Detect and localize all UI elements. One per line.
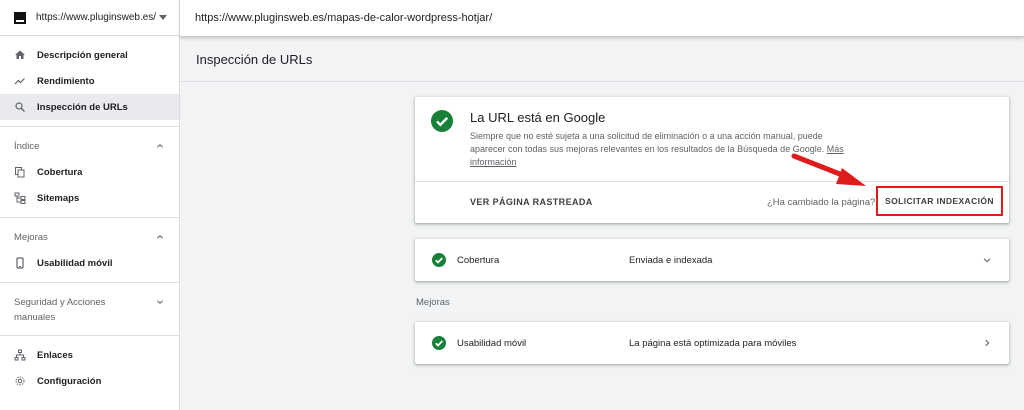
sidebar: https://www.pluginsweb.es/ Descripción g…: [0, 0, 180, 410]
sidebar-item-label: Descripción general: [37, 49, 128, 61]
check-circle-icon: [432, 336, 446, 350]
divider: [415, 181, 1009, 182]
section-title: Mejoras: [14, 231, 48, 243]
property-selector[interactable]: https://www.pluginsweb.es/: [0, 0, 179, 36]
sidebar-item-sitemaps[interactable]: Sitemaps: [0, 185, 179, 211]
links-icon: [14, 349, 26, 361]
section-title: Seguridad y Acciones manuales: [14, 297, 106, 323]
sidebar-item-label: Usabilidad móvil: [37, 257, 113, 269]
sitemap-icon: [14, 192, 26, 204]
copy-icon: [14, 166, 26, 178]
page-changed-question: ¿Ha cambiado la página?: [767, 197, 876, 208]
coverage-value: Enviada e indexada: [629, 254, 713, 266]
section-header-index[interactable]: Índice: [0, 133, 179, 159]
view-crawled-page-button[interactable]: VER PÁGINA RASTREADA: [470, 197, 593, 207]
mobile-usability-value: La página está optimizada para móviles: [629, 337, 797, 349]
sidebar-item-links[interactable]: Enlaces: [0, 342, 179, 368]
inspected-url: https://www.pluginsweb.es/mapas-de-calor…: [195, 12, 493, 24]
nav-group-improvements: Mejoras Usabilidad móvil: [0, 218, 179, 283]
chevron-up-icon: [157, 235, 163, 239]
gear-icon: [14, 375, 26, 387]
divider: [180, 81, 1024, 82]
sidebar-item-coverage[interactable]: Cobertura: [0, 159, 179, 185]
home-icon: [14, 49, 26, 61]
page-title: Inspección de URLs: [196, 52, 313, 67]
sidebar-item-label: Rendimiento: [37, 75, 95, 87]
mobile-usability-label: Usabilidad móvil: [457, 337, 527, 349]
section-header-security[interactable]: Seguridad y Acciones manuales: [0, 289, 179, 329]
improvements-heading: Mejoras: [416, 297, 450, 308]
section-title: Índice: [14, 140, 40, 152]
sidebar-item-label: Cobertura: [37, 166, 83, 178]
sidebar-item-mobile-usability[interactable]: Usabilidad móvil: [0, 250, 179, 276]
status-title: La URL está en Google: [470, 110, 606, 125]
phone-icon: [14, 257, 26, 269]
nav-group-security: Seguridad y Acciones manuales: [0, 283, 179, 336]
annotation-arrow-icon: [791, 153, 866, 186]
nav-group-other: Enlaces Configuración: [0, 336, 179, 400]
inspected-url-bar[interactable]: https://www.pluginsweb.es/mapas-de-calor…: [180, 0, 1024, 37]
check-circle-icon: [432, 253, 446, 267]
coverage-label: Cobertura: [457, 254, 500, 266]
sidebar-item-label: Configuración: [37, 375, 102, 387]
chevron-up-icon: [157, 144, 163, 148]
chevron-down-icon: [157, 300, 163, 304]
nav-group-index: Índice Cobertura Sitemaps: [0, 127, 179, 218]
request-indexing-button[interactable]: SOLICITAR INDEXACIÓN: [876, 186, 1003, 216]
sidebar-item-label: Inspección de URLs: [37, 101, 128, 113]
sidebar-item-performance[interactable]: Rendimiento: [0, 68, 179, 94]
site-favicon-icon: [14, 11, 26, 24]
chevron-down-icon[interactable]: [982, 255, 992, 265]
sidebar-item-label: Enlaces: [37, 349, 73, 361]
sidebar-item-settings[interactable]: Configuración: [0, 368, 179, 394]
sidebar-item-url-inspection[interactable]: Inspección de URLs: [0, 94, 179, 120]
check-circle-icon: [431, 110, 453, 132]
sidebar-item-overview[interactable]: Descripción general: [0, 42, 179, 68]
trending-up-icon: [14, 75, 26, 87]
mobile-usability-row[interactable]: Usabilidad móvil La página está optimiza…: [415, 322, 1009, 364]
status-description-text: Siempre que no esté sujeta a una solicit…: [470, 131, 825, 154]
chevron-right-icon[interactable]: [982, 338, 992, 348]
property-url: https://www.pluginsweb.es/: [36, 12, 157, 23]
dropdown-caret-icon: [159, 15, 167, 20]
index-status-card: La URL está en Google Siempre que no est…: [415, 97, 1009, 223]
sidebar-item-label: Sitemaps: [37, 192, 80, 204]
search-icon: [14, 101, 26, 113]
nav-group-main: Descripción general Rendimiento Inspecci…: [0, 36, 179, 127]
coverage-row[interactable]: Cobertura Enviada e indexada: [415, 239, 1009, 281]
section-header-improvements[interactable]: Mejoras: [0, 224, 179, 250]
